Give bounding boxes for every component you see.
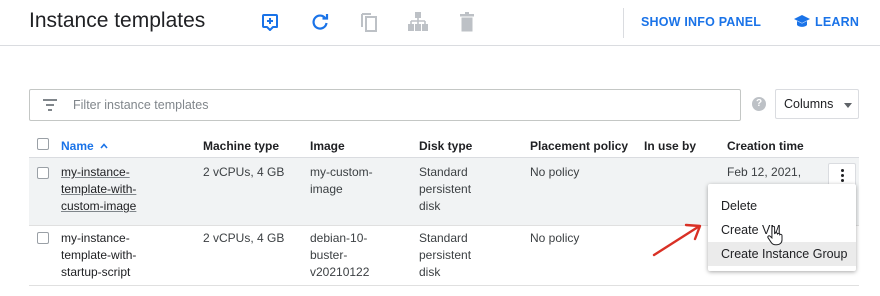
column-header-disk-type[interactable]: Disk type (419, 139, 472, 153)
row-image: my-custom-image (310, 165, 373, 196)
sort-ascending-icon (100, 143, 108, 149)
show-info-panel-button[interactable]: SHOW INFO PANEL (641, 15, 761, 29)
column-header-name[interactable]: Name (61, 139, 109, 153)
row-disk-type: Standard persistent disk (419, 165, 472, 213)
hand-cursor-icon (767, 226, 783, 246)
column-header-creation-time[interactable]: Creation time (727, 139, 804, 153)
row-name-link[interactable]: my-instance-template-with-startup-script (61, 230, 161, 281)
row-machine-type: 2 vCPUs, 4 GB (203, 165, 285, 179)
row-name-link[interactable]: my-instance-template-with-custom-image (61, 164, 161, 215)
row-machine-type: 2 vCPUs, 4 GB (203, 231, 285, 245)
page-title: Instance templates (29, 9, 206, 32)
learn-button[interactable]: LEARN (815, 15, 859, 29)
column-header-machine-type[interactable]: Machine type (203, 139, 279, 153)
row-creation-time: Feb 12, 2021, (727, 165, 802, 179)
menu-item-delete[interactable]: Delete (708, 194, 856, 218)
select-all-checkbox[interactable] (37, 138, 49, 150)
copy-icon[interactable] (357, 10, 381, 34)
more-vert-icon (840, 168, 844, 172)
toolbar-divider (623, 8, 624, 38)
row-image: debian-10-buster-v20210122 (310, 231, 370, 279)
columns-label: Columns (784, 97, 834, 111)
row-checkbox[interactable] (37, 167, 49, 179)
column-header-placement-policy[interactable]: Placement policy (530, 139, 628, 153)
row-checkbox[interactable] (37, 232, 49, 244)
refresh-icon[interactable] (308, 10, 332, 34)
row-placement-policy: No policy (530, 165, 580, 179)
chevron-down-icon (844, 103, 852, 108)
add-box-icon[interactable] (258, 10, 282, 34)
top-bar: Instance templates SHOW INFO PANEL LEARN (0, 0, 880, 46)
column-header-image[interactable]: Image (310, 139, 345, 153)
column-header-in-use-by[interactable]: In use by (644, 139, 696, 153)
row-disk-type: Standard persistent disk (419, 231, 472, 279)
row-placement-policy: No policy (530, 231, 580, 245)
annotation-arrow-icon (652, 223, 702, 257)
row-divider (29, 285, 859, 286)
columns-dropdown[interactable]: Columns (775, 89, 859, 119)
help-icon[interactable]: ? (752, 97, 766, 111)
filter-input[interactable]: Filter instance templates (29, 89, 741, 121)
delete-icon[interactable] (455, 10, 479, 34)
filter-placeholder: Filter instance templates (73, 98, 209, 112)
instance-group-icon[interactable] (406, 10, 430, 34)
filter-icon (42, 98, 58, 117)
graduation-cap-icon (792, 12, 812, 32)
